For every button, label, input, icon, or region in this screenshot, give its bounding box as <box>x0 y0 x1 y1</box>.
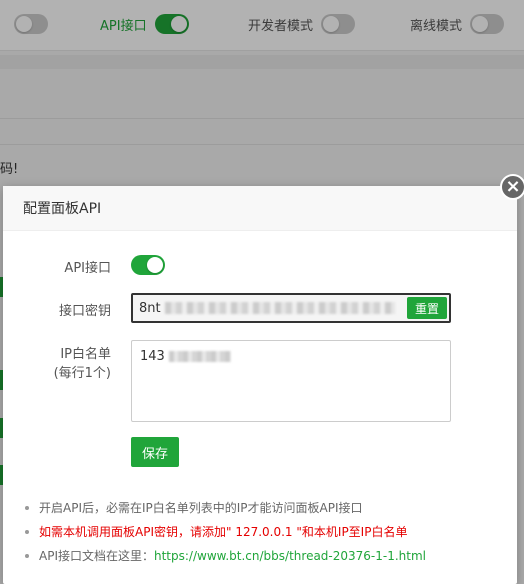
save-button[interactable]: 保存 <box>131 437 179 467</box>
note-item: API接口文档在这里： https://www.bt.cn/bbs/thread… <box>25 544 426 568</box>
whitelist-hint: (每行1个) <box>53 366 111 381</box>
dialog-header: 配置面板API <box>3 186 517 231</box>
note-item: 开启API后，必需在IP白名单列表中的IP才能访问面板API接口 <box>25 496 426 520</box>
api-docs-link[interactable]: https://www.bt.cn/bbs/thread-20376-1-1.h… <box>154 544 426 568</box>
api-label: API接口 <box>64 261 111 276</box>
close-icon[interactable]: × <box>500 174 524 200</box>
notes-list: 开启API后，必需在IP白名单列表中的IP才能访问面板API接口 如需本机调用面… <box>25 496 426 568</box>
redacted-key <box>164 302 395 314</box>
whitelist-value: 143 <box>140 349 165 364</box>
api-config-dialog: 配置面板API API接口 接口密钥 8nt 重置 IP白名单 (每行1个) 1… <box>3 186 517 584</box>
note-text: 如需本机调用面板API密钥，请添加" 127.0.0.1 "和本机IP至IP白名… <box>39 525 408 539</box>
bullet-icon <box>25 530 29 534</box>
reset-key-button[interactable]: 重置 <box>406 297 447 319</box>
ip-whitelist-textarea[interactable]: 143 <box>131 340 451 422</box>
note-item: 如需本机调用面板API密钥，请添加" 127.0.0.1 "和本机IP至IP白名… <box>25 520 426 544</box>
redacted-ip <box>168 351 231 362</box>
note-text: 开启API后，必需在IP白名单列表中的IP才能访问面板API接口 <box>39 501 363 515</box>
api-key-value: 8nt <box>139 300 161 316</box>
bullet-icon <box>25 506 29 510</box>
api-key-field[interactable]: 8nt 重置 <box>131 293 451 323</box>
dialog-title: 配置面板API <box>23 201 102 217</box>
api-toggle[interactable] <box>131 255 165 275</box>
key-label: 接口密钥 <box>58 304 111 319</box>
whitelist-label: IP白名单 <box>60 347 111 362</box>
note-prefix: API接口文档在这里： <box>39 549 154 563</box>
bullet-icon <box>25 554 29 558</box>
